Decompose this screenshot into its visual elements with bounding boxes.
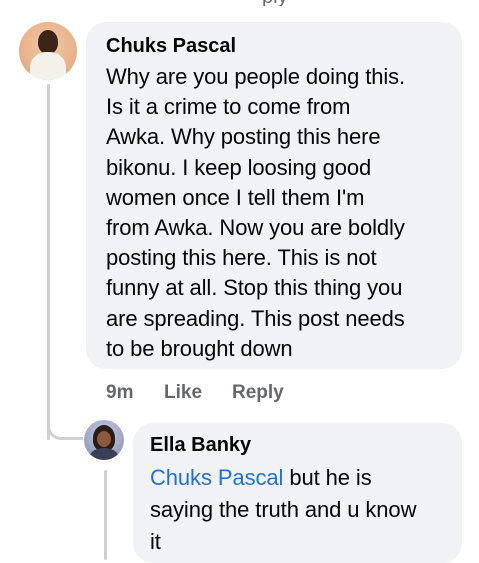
comment-line: bikonu. I keep loosing good: [106, 154, 372, 180]
comment-line: women once I tell them I'm: [106, 184, 365, 210]
comment-line: Why are you people doing this.: [106, 64, 406, 89]
comment-timestamp[interactable]: 9m: [106, 380, 164, 406]
comment-line: from Awka. Now you are boldly: [106, 215, 405, 241]
reply-text: Chuks Pascal but he is saying the truth …: [150, 462, 448, 558]
reply-line: it: [150, 529, 161, 554]
comment-author[interactable]: Chuks Pascal: [106, 33, 444, 59]
comment-line: to be brought down: [106, 335, 293, 361]
comment-line: Awka. Why posting this here: [106, 124, 381, 150]
reply-bubble: Ella Banky Chuks Pascal but he is saying…: [133, 423, 462, 563]
comment-line: Is it a crime to come from: [106, 94, 351, 120]
reply-button[interactable]: Reply: [232, 380, 284, 406]
like-button[interactable]: Like: [164, 380, 232, 406]
previous-reply-link-partial: ply: [0, 0, 479, 6]
mention-link[interactable]: Chuks Pascal: [150, 465, 283, 490]
thread-connector: [47, 410, 83, 440]
reply-author[interactable]: Ella Banky: [150, 432, 448, 458]
reply-line-text: but he is: [283, 465, 372, 490]
reply-line: saying the truth and u know: [150, 497, 417, 522]
reply-avatar[interactable]: [84, 420, 124, 460]
avatar-body: [30, 52, 66, 80]
comment-bubble: Chuks Pascal Why are you people doing th…: [86, 22, 462, 369]
thread-line: [47, 84, 50, 440]
comment-line: are spreading. This post needs: [106, 305, 405, 331]
comment-line: posting this here. This is not: [106, 245, 377, 271]
avatar-face: [97, 431, 111, 447]
comment-line: funny at all. Stop this thing you: [106, 275, 403, 301]
avatar-head: [38, 30, 58, 54]
avatar-shoulders: [90, 448, 118, 460]
avatar[interactable]: [19, 22, 77, 80]
comment-text: Why are you people doing this. Is it a c…: [106, 62, 444, 364]
reply-thread-line: [104, 470, 107, 560]
comment-actions: 9m Like Reply: [106, 380, 284, 406]
reply-line: Chuks Pascal but he is: [150, 462, 448, 494]
